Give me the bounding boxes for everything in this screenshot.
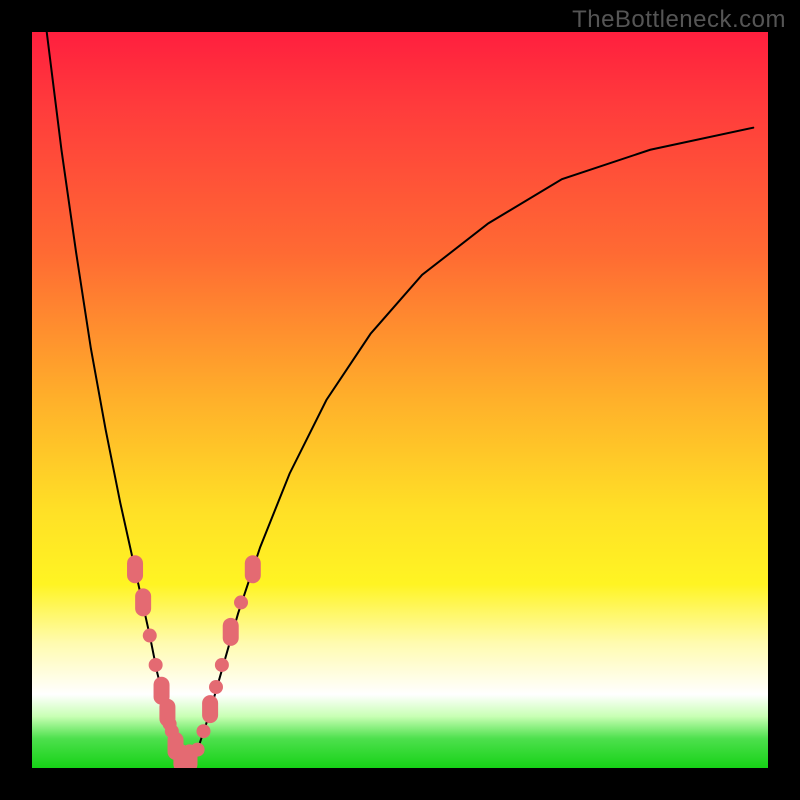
marker-capsule [202,695,218,723]
marker-dot [149,658,163,672]
marker-dot [191,743,205,757]
marker-dot [234,595,248,609]
marker-dot [143,629,157,643]
curve-group [47,32,754,761]
marker-capsule [223,618,239,646]
plot-area [32,32,768,768]
marker-capsule [127,555,143,583]
chart-frame: TheBottleneck.com [0,0,800,800]
marker-capsule [135,588,151,616]
marker-dot [209,680,223,694]
chart-svg [32,32,768,768]
series-right-branch [194,128,753,761]
marker-dot [196,724,210,738]
series-left-branch [47,32,178,761]
marker-dot [215,658,229,672]
marker-capsule [245,555,261,583]
marker-group [127,555,261,768]
watermark-text: TheBottleneck.com [572,6,786,34]
